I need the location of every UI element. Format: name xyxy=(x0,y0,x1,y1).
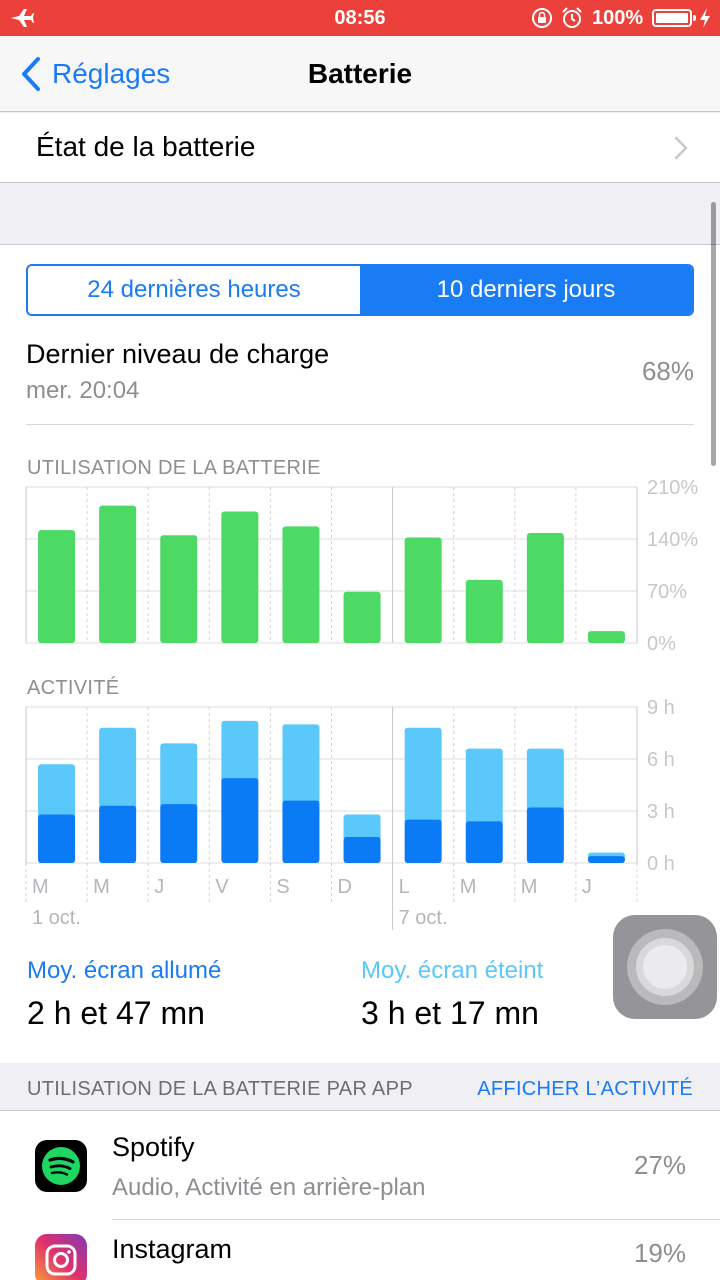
screen-on-value: 2 h et 47 mn xyxy=(27,995,205,1031)
y-tick-label: 210% xyxy=(647,477,698,499)
usage-bar xyxy=(282,526,320,643)
usage-bar xyxy=(160,535,198,643)
app-detail: Audio, Activité en arrière-plan xyxy=(112,1174,426,1201)
screen-on-bar xyxy=(38,814,76,863)
y-tick-label: 0% xyxy=(647,633,676,655)
usage-bar xyxy=(526,533,564,643)
battery-health-row[interactable]: État de la batterie xyxy=(0,113,720,183)
app-name: Instagram xyxy=(112,1234,233,1264)
last-charge-label: Dernier niveau de charge xyxy=(26,339,330,369)
last-charge-time: mer. 20:04 xyxy=(26,377,140,404)
chevron-right-icon xyxy=(674,136,688,160)
app-name: Spotify xyxy=(112,1132,195,1162)
usage-bar xyxy=(343,591,381,643)
day-label: S xyxy=(276,876,289,898)
screen-on-label: Moy. écran allumé xyxy=(27,957,222,984)
day-label: L xyxy=(399,876,410,898)
activity-title: ACTIVITÉ xyxy=(27,677,120,699)
screen-on-bar xyxy=(526,807,564,863)
page-title: Batterie xyxy=(307,58,413,89)
screen-on-bar xyxy=(282,800,320,863)
app-row-instagram[interactable]: Instagram 19% xyxy=(0,1220,720,1280)
screen-on-bar xyxy=(221,778,259,863)
usage-bar xyxy=(99,505,137,643)
battery-usage-chart: 0% 70% 140% 210% xyxy=(25,477,698,655)
day-label: D xyxy=(338,876,352,898)
usage-bar xyxy=(38,530,76,643)
usage-bar xyxy=(465,579,503,643)
instagram-icon xyxy=(35,1234,87,1280)
usage-bar xyxy=(221,511,259,643)
y-tick-label: 0 h xyxy=(647,853,675,875)
status-bar: 08:56 100% xyxy=(0,0,720,36)
show-activity-button[interactable]: AFFICHER L’ACTIVITÉ xyxy=(477,1078,693,1101)
screen-on-bar xyxy=(343,837,381,863)
screen-off-bar xyxy=(38,764,76,819)
day-label: M xyxy=(460,876,477,898)
day-label: J xyxy=(154,876,164,898)
period-segmented-control: 24 dernières heures 10 derniers jours xyxy=(26,264,694,316)
app-percent: 27% xyxy=(633,1150,686,1180)
screen-off-bar xyxy=(99,727,137,810)
segment-last-10-days[interactable]: 10 derniers jours xyxy=(360,266,692,314)
screen-on-average: Moy. écran allumé 2 h et 47 mn xyxy=(27,957,221,1032)
navigation-bar: Réglages Batterie xyxy=(0,36,720,112)
screen-off-bar xyxy=(526,748,564,812)
day-label: V xyxy=(215,876,229,898)
screen-on-bar xyxy=(99,805,137,863)
screen-off-bar xyxy=(465,748,503,826)
app-usage-title: UTILISATION DE LA BATTERIE PAR APP xyxy=(27,1078,413,1100)
y-tick-label: 9 h xyxy=(647,697,675,719)
screen-off-average: Moy. écran éteint 3 h et 17 mn xyxy=(361,957,543,1032)
app-usage-header: UTILISATION DE LA BATTERIE PAR APP AFFIC… xyxy=(0,1063,720,1111)
day-label: M xyxy=(93,876,110,898)
week-start-label: 1 oct. xyxy=(32,907,81,929)
screen-off-bar xyxy=(404,727,442,824)
battery-usage-title: UTILISATION DE LA BATTERIE xyxy=(27,457,321,479)
screen-on-bar xyxy=(160,804,198,863)
scroll-indicator xyxy=(711,202,716,466)
spotify-icon xyxy=(35,1140,87,1192)
charging-bolt-icon xyxy=(700,8,710,28)
app-row-spotify[interactable]: Spotify Audio, Activité en arrière-plan … xyxy=(0,1112,720,1220)
week-start-label: 7 oct. xyxy=(399,907,448,929)
last-charge-value: 68% xyxy=(641,356,694,386)
battery-health-label: État de la batterie xyxy=(36,131,256,162)
y-tick-label: 6 h xyxy=(647,749,675,771)
screen-off-bar xyxy=(221,720,259,783)
battery-icon xyxy=(652,9,696,27)
battery-usage-panel: 24 dernières heures 10 derniers jours De… xyxy=(0,244,720,1280)
activity-chart: 0 h 3 h 6 h 9 h M M J V S D L M M J 1 oct. 7 oct. xyxy=(25,697,675,930)
assistive-touch-button[interactable] xyxy=(613,915,717,1019)
screen-on-bar xyxy=(404,819,442,863)
y-tick-label: 3 h xyxy=(647,801,675,823)
screen-off-label: Moy. écran éteint xyxy=(361,957,544,984)
screen-off-bar xyxy=(282,724,320,805)
screen-off-bar xyxy=(160,743,198,809)
day-label: J xyxy=(582,876,592,898)
last-charge-row: Dernier niveau de charge mer. 20:04 68% xyxy=(26,337,694,425)
screen-on-bar xyxy=(587,856,625,863)
screen-off-value: 3 h et 17 mn xyxy=(361,995,539,1031)
alarm-icon xyxy=(562,7,582,28)
segment-last-24-hours[interactable]: 24 dernières heures xyxy=(28,266,360,314)
usage-bar xyxy=(404,537,442,643)
status-battery-percent: 100% xyxy=(592,7,644,29)
app-percent: 19% xyxy=(633,1238,686,1268)
day-label: M xyxy=(32,876,49,898)
day-label: M xyxy=(521,876,538,898)
y-tick-label: 140% xyxy=(647,529,698,551)
usage-bar xyxy=(587,631,625,643)
screen-on-bar xyxy=(465,821,503,863)
rotation-lock-icon xyxy=(532,8,552,28)
y-tick-label: 70% xyxy=(647,581,687,603)
